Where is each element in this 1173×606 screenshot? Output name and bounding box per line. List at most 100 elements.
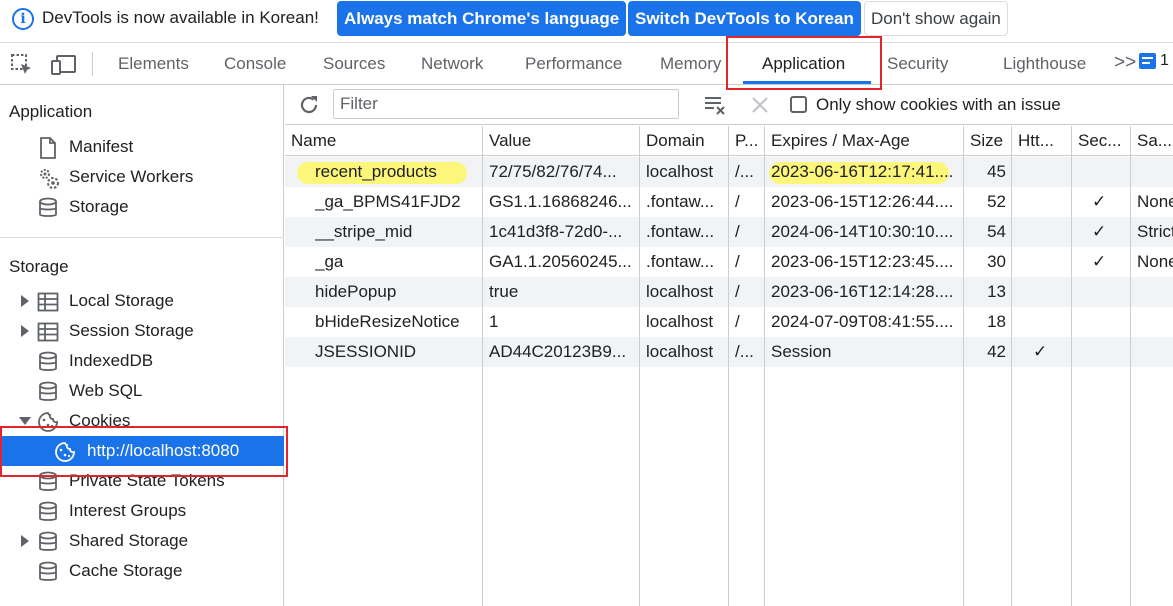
database-icon xyxy=(37,531,59,553)
cell-secure: ✓ xyxy=(1092,222,1107,241)
collapse-arrow-icon[interactable] xyxy=(19,417,31,425)
issues-badge[interactable]: 1 xyxy=(1139,52,1169,70)
sidebar-item-label: Local Storage xyxy=(69,291,174,310)
column-divider xyxy=(1011,126,1012,606)
cell-path: / xyxy=(735,252,740,271)
tab-sources[interactable]: Sources xyxy=(323,54,385,74)
sidebar-item-cache-storage[interactable]: Cache Storage xyxy=(0,556,284,586)
sidebar-item-label: Service Workers xyxy=(69,167,194,186)
sidebar-item-service-workers[interactable]: Service Workers xyxy=(0,162,284,192)
column-divider xyxy=(1130,126,1131,606)
cell-value: 1 xyxy=(489,312,499,331)
cell-expires: 2023-06-16T12:14:28.... xyxy=(771,282,954,301)
sidebar-item-label: Session Storage xyxy=(69,321,194,340)
database-icon xyxy=(37,197,59,219)
sidebar-item-label: Storage xyxy=(69,197,129,216)
section-title-application: Application xyxy=(9,102,93,121)
cell-path: / xyxy=(735,222,740,241)
sidebar-item-storage-overview[interactable]: Storage xyxy=(0,192,284,222)
cell-size: 45 xyxy=(987,162,1006,181)
tab-console[interactable]: Console xyxy=(224,54,286,74)
column-divider xyxy=(639,126,640,606)
switch-to-korean-button[interactable]: Switch DevTools to Korean xyxy=(628,1,861,36)
more-tabs-button[interactable]: >> xyxy=(1114,52,1136,74)
cell-value: 1c41d3f8-72d0-... xyxy=(489,222,623,241)
expand-arrow-icon[interactable] xyxy=(21,295,29,307)
always-match-language-button[interactable]: Always match Chrome's language xyxy=(337,1,627,36)
cell-samesite: None xyxy=(1137,192,1173,211)
cell-value: AD44C20123B9... xyxy=(489,342,627,361)
cell-path: /... xyxy=(735,342,754,361)
tab-network[interactable]: Network xyxy=(421,54,483,74)
cell-name: __stripe_mid xyxy=(315,222,413,241)
gears-icon xyxy=(37,167,59,189)
tab-lighthouse[interactable]: Lighthouse xyxy=(1003,54,1086,74)
expand-arrow-icon[interactable] xyxy=(21,325,29,337)
tab-performance[interactable]: Performance xyxy=(525,54,622,74)
cell-size: 30 xyxy=(987,252,1006,271)
device-toolbar-icon[interactable] xyxy=(51,53,77,77)
column-header-path[interactable]: P... xyxy=(735,131,763,151)
column-header-size[interactable]: Size xyxy=(970,131,1010,151)
column-divider xyxy=(482,126,483,606)
inspect-element-icon[interactable] xyxy=(10,53,34,77)
cell-size: 18 xyxy=(987,312,1006,331)
column-header-secure[interactable]: Sec... xyxy=(1078,131,1128,151)
sidebar-item-label: Cache Storage xyxy=(69,561,183,580)
tab-security[interactable]: Security xyxy=(887,54,948,74)
refresh-icon[interactable] xyxy=(297,93,321,117)
cell-domain: .fontaw... xyxy=(646,192,715,211)
column-header-expires[interactable]: Expires / Max-Age xyxy=(771,131,959,151)
cell-name: bHideResizeNotice xyxy=(315,312,460,331)
clear-all-cookies-icon[interactable] xyxy=(703,93,729,117)
sidebar-item-web-sql[interactable]: Web SQL xyxy=(0,376,284,406)
column-divider xyxy=(963,126,964,606)
annotation-box-cookie-origin xyxy=(0,426,288,477)
cell-size: 13 xyxy=(987,282,1006,301)
column-header-value[interactable]: Value xyxy=(489,131,634,151)
cell-name: _ga_BPMS41FJD2 xyxy=(315,192,461,211)
document-icon xyxy=(37,137,59,159)
sidebar-item-interest-groups[interactable]: Interest Groups xyxy=(0,496,284,526)
only-issue-checkbox[interactable] xyxy=(790,96,807,113)
info-icon: i xyxy=(12,8,34,30)
cell-samesite: Strict xyxy=(1137,222,1173,241)
column-divider xyxy=(1071,126,1072,606)
dont-show-again-button[interactable]: Don't show again xyxy=(864,1,1008,36)
column-header-domain[interactable]: Domain xyxy=(646,131,726,151)
cookies-table: Name Value Domain P... Expires / Max-Age… xyxy=(285,126,1173,606)
section-title-storage: Storage xyxy=(9,257,69,276)
cell-expires: 2023-06-15T12:23:45.... xyxy=(771,252,954,271)
tab-memory[interactable]: Memory xyxy=(660,54,721,74)
cell-secure: ✓ xyxy=(1092,252,1107,271)
filter-input[interactable] xyxy=(334,90,678,118)
delete-selected-icon[interactable] xyxy=(750,95,770,115)
sidebar-item-indexeddb[interactable]: IndexedDB xyxy=(0,346,284,376)
tabbar-divider xyxy=(92,52,93,76)
sidebar-item-shared-storage[interactable]: Shared Storage xyxy=(0,526,284,556)
cell-domain: .fontaw... xyxy=(646,252,715,271)
cell-path: / xyxy=(735,312,740,331)
sidebar-item-session-storage[interactable]: Session Storage xyxy=(0,316,284,346)
cell-domain: localhost xyxy=(646,162,714,181)
only-issue-label: Only show cookies with an issue xyxy=(816,95,1061,114)
tab-elements[interactable]: Elements xyxy=(118,54,189,74)
cell-path: / xyxy=(735,192,740,211)
sidebar-item-label: Web SQL xyxy=(69,381,143,400)
cell-value: 72/75/82/76/74... xyxy=(489,162,617,181)
column-header-samesite[interactable]: Sa... xyxy=(1137,131,1173,151)
cell-path: / xyxy=(735,282,740,301)
cell-httponly: ✓ xyxy=(1033,342,1048,361)
column-header-httponly[interactable]: Htt... xyxy=(1018,131,1070,151)
infobar-message: DevTools is now available in Korean! xyxy=(42,8,319,27)
issues-count: 1 xyxy=(1160,52,1169,69)
annotation-box-application-tab xyxy=(726,36,882,90)
sidebar-item-manifest[interactable]: Manifest xyxy=(0,132,284,162)
column-divider xyxy=(728,126,729,606)
sidebar-item-local-storage[interactable]: Local Storage xyxy=(0,286,284,316)
expand-arrow-icon[interactable] xyxy=(21,535,29,547)
database-icon xyxy=(37,351,59,373)
table-icon xyxy=(37,291,59,313)
column-header-name[interactable]: Name xyxy=(291,131,476,151)
language-infobar: i DevTools is now available in Korean! A… xyxy=(0,0,1173,43)
